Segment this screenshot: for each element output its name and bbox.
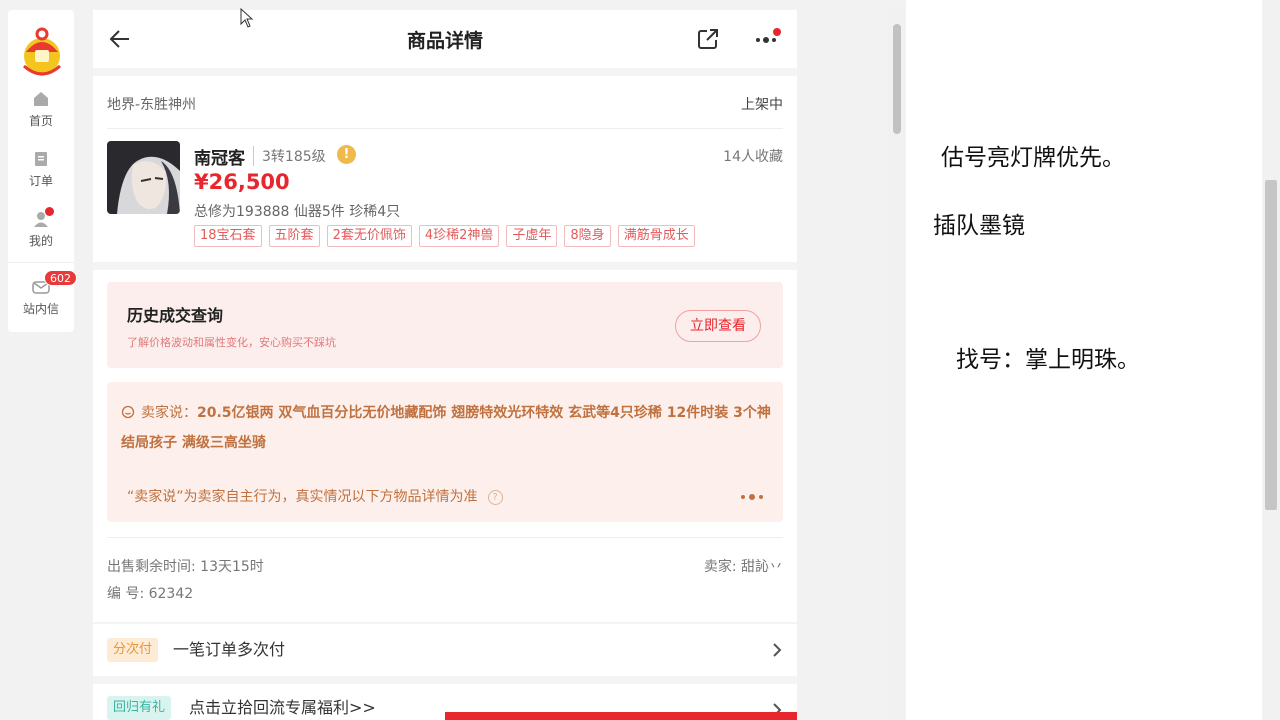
expand-dots-icon[interactable] <box>739 492 767 502</box>
nav-mine-label: 我的 <box>28 234 53 248</box>
notes-scrollbar[interactable] <box>1262 0 1280 720</box>
seller-says-box: 卖家说：20.5亿银两 双气血百分比无价地藏配饰 翅膀特效光环特效 玄武等4只珍… <box>107 382 783 522</box>
favorite-count: 14人收藏 <box>723 149 783 165</box>
serial-number: 编 号: 62342 <box>107 586 194 602</box>
character-avatar[interactable] <box>107 141 180 214</box>
history-title: 历史成交查询 <box>127 306 224 325</box>
return-gift-text: 点击立拾回流专属福利>> <box>189 698 376 717</box>
seller-says-disclaimer: “卖家说”为卖家自主行为，真实情况以下方物品详情为准? <box>127 486 503 506</box>
scrollbar-thumb[interactable] <box>893 24 901 134</box>
nav-orders-label: 订单 <box>28 174 53 188</box>
history-query-banner[interactable]: 历史成交查询 了解价格波动和属性变化，安心购买不踩坑 立即查看 <box>107 282 783 368</box>
divider <box>107 537 783 538</box>
installment-text: 一笔订单多次付 <box>173 640 286 659</box>
mouse-cursor-icon <box>240 8 254 28</box>
price: ¥26,500 <box>194 170 290 194</box>
tag: 子虚年 <box>506 225 558 247</box>
share-icon[interactable] <box>696 27 720 51</box>
seller-says-content: 20.5亿银两 双气血百分比无价地藏配饰 翅膀特效光环特效 玄武等4只珍稀 12… <box>121 405 771 451</box>
character-level: 3转185级 <box>253 146 326 166</box>
screen: 首页 订单 我的 602 站内信 商品详情 地界-东胜神州 上架中 南冠客 3转… <box>0 0 1280 720</box>
left-sidebar: 首页 订单 我的 602 站内信 <box>8 10 77 332</box>
seller-says-label: 卖家说： <box>141 405 197 421</box>
tag: 18宝石套 <box>194 225 262 247</box>
return-gift-badge: 回归有礼 <box>107 696 172 720</box>
history-subtitle: 了解价格波动和属性变化，安心购买不踩坑 <box>127 336 336 349</box>
installment-badge: 分次付 <box>107 638 159 662</box>
character-name: 南冠客 <box>194 149 245 169</box>
nav-messages-label: 站内信 <box>22 302 59 316</box>
home-icon <box>34 92 48 106</box>
tag-list: 18宝石套 五阶套 2套无价佩饰 4珍稀2神兽 子虚年 8隐身 满筋骨成长 <box>194 225 695 247</box>
installment-row[interactable]: 分次付 一笔订单多次付 <box>93 624 797 676</box>
app-logo-icon[interactable] <box>20 22 64 78</box>
disclaimer-text: “卖家说”为卖家自主行为，真实情况以下方物品详情为准 <box>127 489 478 505</box>
message-count-badge: 602 <box>44 270 77 286</box>
comment-icon <box>121 405 135 419</box>
character-stats: 总修为193888 仙器5件 珍稀4只 <box>194 204 401 220</box>
note-line: 插队墨镜 <box>933 213 1025 239</box>
chevron-right-icon <box>773 643 782 657</box>
help-icon[interactable]: ? <box>487 490 503 505</box>
product-summary-card: 地界-东胜神州 上架中 南冠客 3转185级 ! 14人收藏 ¥26,500 总… <box>93 76 797 262</box>
nav-divider <box>8 262 74 263</box>
product-detail-page: 商品详情 地界-东胜神州 上架中 南冠客 3转185级 ! 14人收藏 ¥26,… <box>93 10 797 720</box>
nav-messages[interactable]: 602 站内信 <box>8 270 77 317</box>
note-line: 估号亮灯牌优先。 <box>941 145 1125 171</box>
seller-name[interactable]: 卖家: 甜訫丷 <box>704 556 783 576</box>
nav-home[interactable]: 首页 <box>8 90 74 129</box>
nav-orders[interactable]: 订单 <box>8 150 74 189</box>
tag: 8隐身 <box>564 225 611 247</box>
header-bar: 商品详情 <box>93 10 797 68</box>
remaining-time: 出售剩余时间: 13天15时 <box>107 559 264 575</box>
scrollbar-thumb[interactable] <box>1265 180 1277 510</box>
tag: 4珍稀2神兽 <box>418 225 500 247</box>
more-options-icon[interactable] <box>753 28 781 52</box>
server-name: 地界-东胜神州 <box>107 97 197 113</box>
tag: 满筋骨成长 <box>617 225 695 247</box>
note-line: 找号：掌上明珠。 <box>956 347 1140 373</box>
notification-dot <box>45 207 54 216</box>
seller-says-text: 卖家说：20.5亿银两 双气血百分比无价地藏配饰 翅膀特效光环特效 玄武等4只珍… <box>121 398 771 458</box>
listing-status: 上架中 <box>741 97 783 113</box>
notes-pane: 估号亮灯牌优先。 插队墨镜 找号：掌上明珠。 <box>906 0 1280 720</box>
warning-icon[interactable]: ! <box>337 145 356 164</box>
page-title: 商品详情 <box>406 30 483 52</box>
divider <box>107 128 783 129</box>
tag: 五阶套 <box>268 225 320 247</box>
order-icon <box>35 152 47 166</box>
buy-bar[interactable] <box>445 712 797 720</box>
nav-mine[interactable]: 我的 <box>8 207 74 249</box>
nav-home-label: 首页 <box>28 114 53 128</box>
page-scrollbar[interactable] <box>888 10 906 720</box>
detail-card: 历史成交查询 了解价格波动和属性变化，安心购买不踩坑 立即查看 卖家说：20.5… <box>93 270 797 622</box>
view-history-button[interactable]: 立即查看 <box>675 310 761 342</box>
tag: 2套无价佩饰 <box>326 225 412 247</box>
